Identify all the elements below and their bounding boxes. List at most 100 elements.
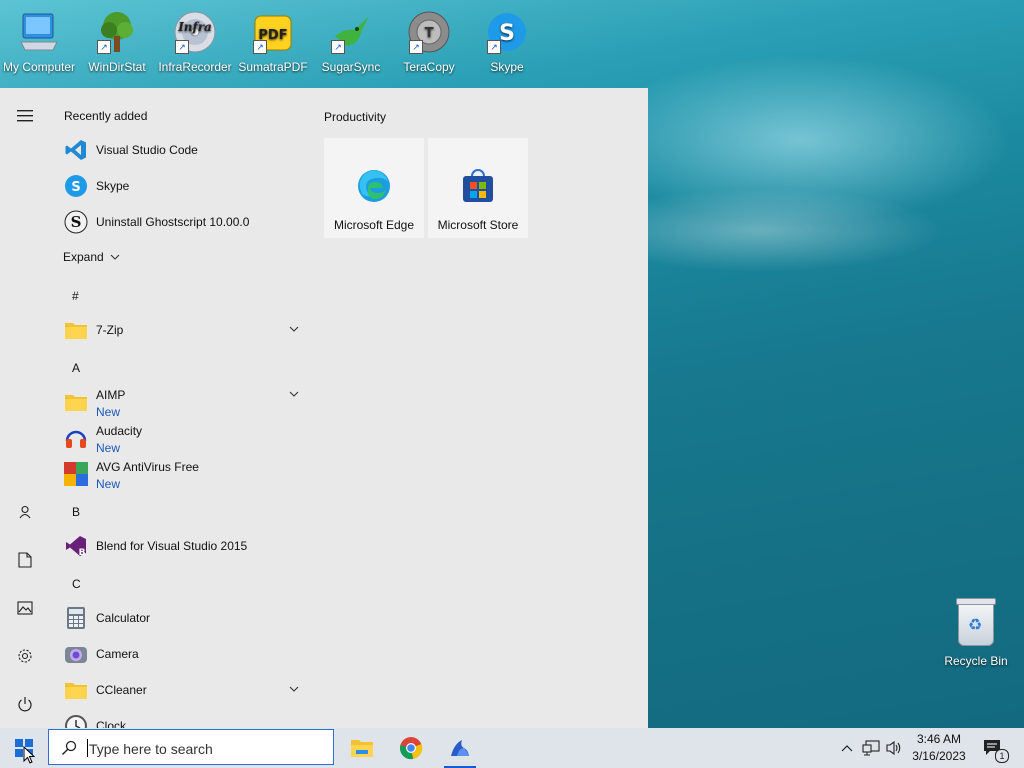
tree-icon: ↗ [95,10,139,54]
new-badge: New [96,477,121,491]
desktop-icon-windirstat[interactable]: ↗ WinDirStat [78,6,156,74]
shortcut-arrow-icon: ↗ [175,40,189,54]
calculator-icon [64,606,88,630]
chevron-down-icon [289,686,299,692]
app-item-camera[interactable]: Camera [50,636,308,672]
ghostscript-icon: S [64,210,88,234]
desktop-icon-label: TeraCopy [403,60,455,74]
volume-button[interactable] [884,728,904,768]
blend-icon: B [64,534,88,558]
recycle-bin-label: Recycle Bin [944,654,1008,668]
clock-time: 3:46 AM [916,732,962,746]
shortcut-arrow-icon: ↗ [253,40,267,54]
skype-icon: S ↗ [485,10,529,54]
app-folder-ccleaner[interactable]: CCleaner [50,672,308,708]
desktop-icon-label: SugarSync [321,60,381,74]
desktop-icon-label: InfraRecorder [158,60,232,74]
camera-icon [64,642,88,666]
disc-icon: Infra ↗ [173,10,217,54]
settings-button[interactable] [9,640,41,672]
search-icon [62,740,77,755]
group-header-a[interactable]: A [72,361,80,375]
new-badge: New [96,405,121,419]
desktop-icon-label: My Computer [2,60,76,74]
tile-label: Microsoft Edge [333,218,415,232]
desktop-icon-sumatrapdf[interactable]: PDF ↗ SumatraPDF [234,6,312,74]
taskbar-clock[interactable]: 3:46 AM 3/16/2023 [904,731,974,765]
power-button[interactable] [9,688,41,720]
pdf-icon: PDF ↗ [251,10,295,54]
tile-microsoft-store[interactable]: Microsoft Store [428,138,528,238]
app-name: AVG AntiVirus Free [96,460,199,474]
desktop-icon-my-computer[interactable]: My Computer [0,6,78,74]
shortcut-arrow-icon: ↗ [331,40,345,54]
folder-icon [64,678,88,702]
desktop-icon-sugarsync[interactable]: ↗ SugarSync [312,6,390,74]
power-icon [18,697,32,712]
app-item-vscode[interactable]: Visual Studio Code [50,132,308,168]
app-name: 7-Zip [96,323,124,337]
tile-group-title[interactable]: Productivity [324,110,386,124]
desktop-icon-infrarecorder[interactable]: Infra ↗ InfraRecorder [156,6,234,74]
app-name: Blend for Visual Studio 2015 [96,539,248,553]
svg-text:Infra: Infra [177,20,212,34]
app-item-calculator[interactable]: Calculator [50,600,308,636]
app-folder-7zip[interactable]: 7-Zip [50,312,308,348]
taskbar-file-explorer[interactable] [342,728,382,768]
app-name: Camera [96,647,139,661]
clock-icon [64,714,88,728]
svg-text:T: T [425,26,434,41]
app-name: Calculator [96,611,151,625]
expand-label: Expand [63,250,104,264]
expand-button[interactable]: Expand [63,250,143,266]
document-icon [18,552,32,568]
documents-button[interactable] [9,544,41,576]
chevron-down-icon [289,326,299,332]
network-button[interactable] [860,728,882,768]
group-header-c[interactable]: C [72,577,81,591]
taskbar-pinned-app[interactable] [440,728,480,768]
start-button[interactable] [0,728,48,768]
shortcut-arrow-icon: ↗ [487,40,501,54]
svg-text:S: S [499,21,515,46]
recently-added-title: Recently added [64,109,148,123]
desktop-icon-label: WinDirStat [88,60,146,74]
network-icon [862,740,880,756]
app-item-clock[interactable]: Clock [50,708,308,728]
app-folder-aimp[interactable]: AIMP New [50,384,308,420]
folder-icon [64,318,88,342]
app-name: Clock [96,719,127,728]
group-header-b[interactable]: B [72,505,80,519]
bird-icon [451,740,469,756]
desktop-icon-skype[interactable]: S ↗ Skype [468,6,546,74]
desktop-icon-recycle-bin[interactable]: ♻ Recycle Bin [940,598,1012,668]
svg-text:B: B [79,548,86,558]
app-item-uninstall-ghostscript[interactable]: S Uninstall Ghostscript 10.00.0 [50,204,308,240]
group-header-hash[interactable]: # [72,289,79,303]
show-hidden-icons-button[interactable] [838,728,856,768]
app-item-blend[interactable]: B Blend for Visual Studio 2015 [50,528,308,564]
tile-microsoft-edge[interactable]: Microsoft Edge [324,138,424,238]
skype-icon: S [64,174,88,198]
picture-icon [17,601,33,615]
app-item-avg[interactable]: AVG AntiVirus Free New [50,456,308,492]
desktop-icon-teracopy[interactable]: T ↗ TeraCopy [390,6,468,74]
headphones-icon [64,426,88,450]
hummingbird-icon: ↗ [329,10,373,54]
tile-label: Microsoft Store [437,218,519,232]
pictures-button[interactable] [9,592,41,624]
folder-icon [64,390,88,414]
app-item-audacity[interactable]: Audacity New [50,420,308,456]
taskbar-chrome[interactable] [391,728,431,768]
recycle-bin-icon: ♻ [956,598,996,646]
app-name: Visual Studio Code [96,143,198,157]
user-icon [19,505,31,519]
search-box[interactable]: Type here to search [48,729,334,765]
hamburger-menu-button[interactable] [9,100,41,132]
action-center-button[interactable]: 1 [978,728,1009,768]
chevron-down-icon [110,254,120,260]
account-button[interactable] [9,496,41,528]
app-name: Uninstall Ghostscript 10.00.0 [96,215,250,229]
gear-icon [18,649,32,663]
app-item-skype[interactable]: S Skype [50,168,308,204]
